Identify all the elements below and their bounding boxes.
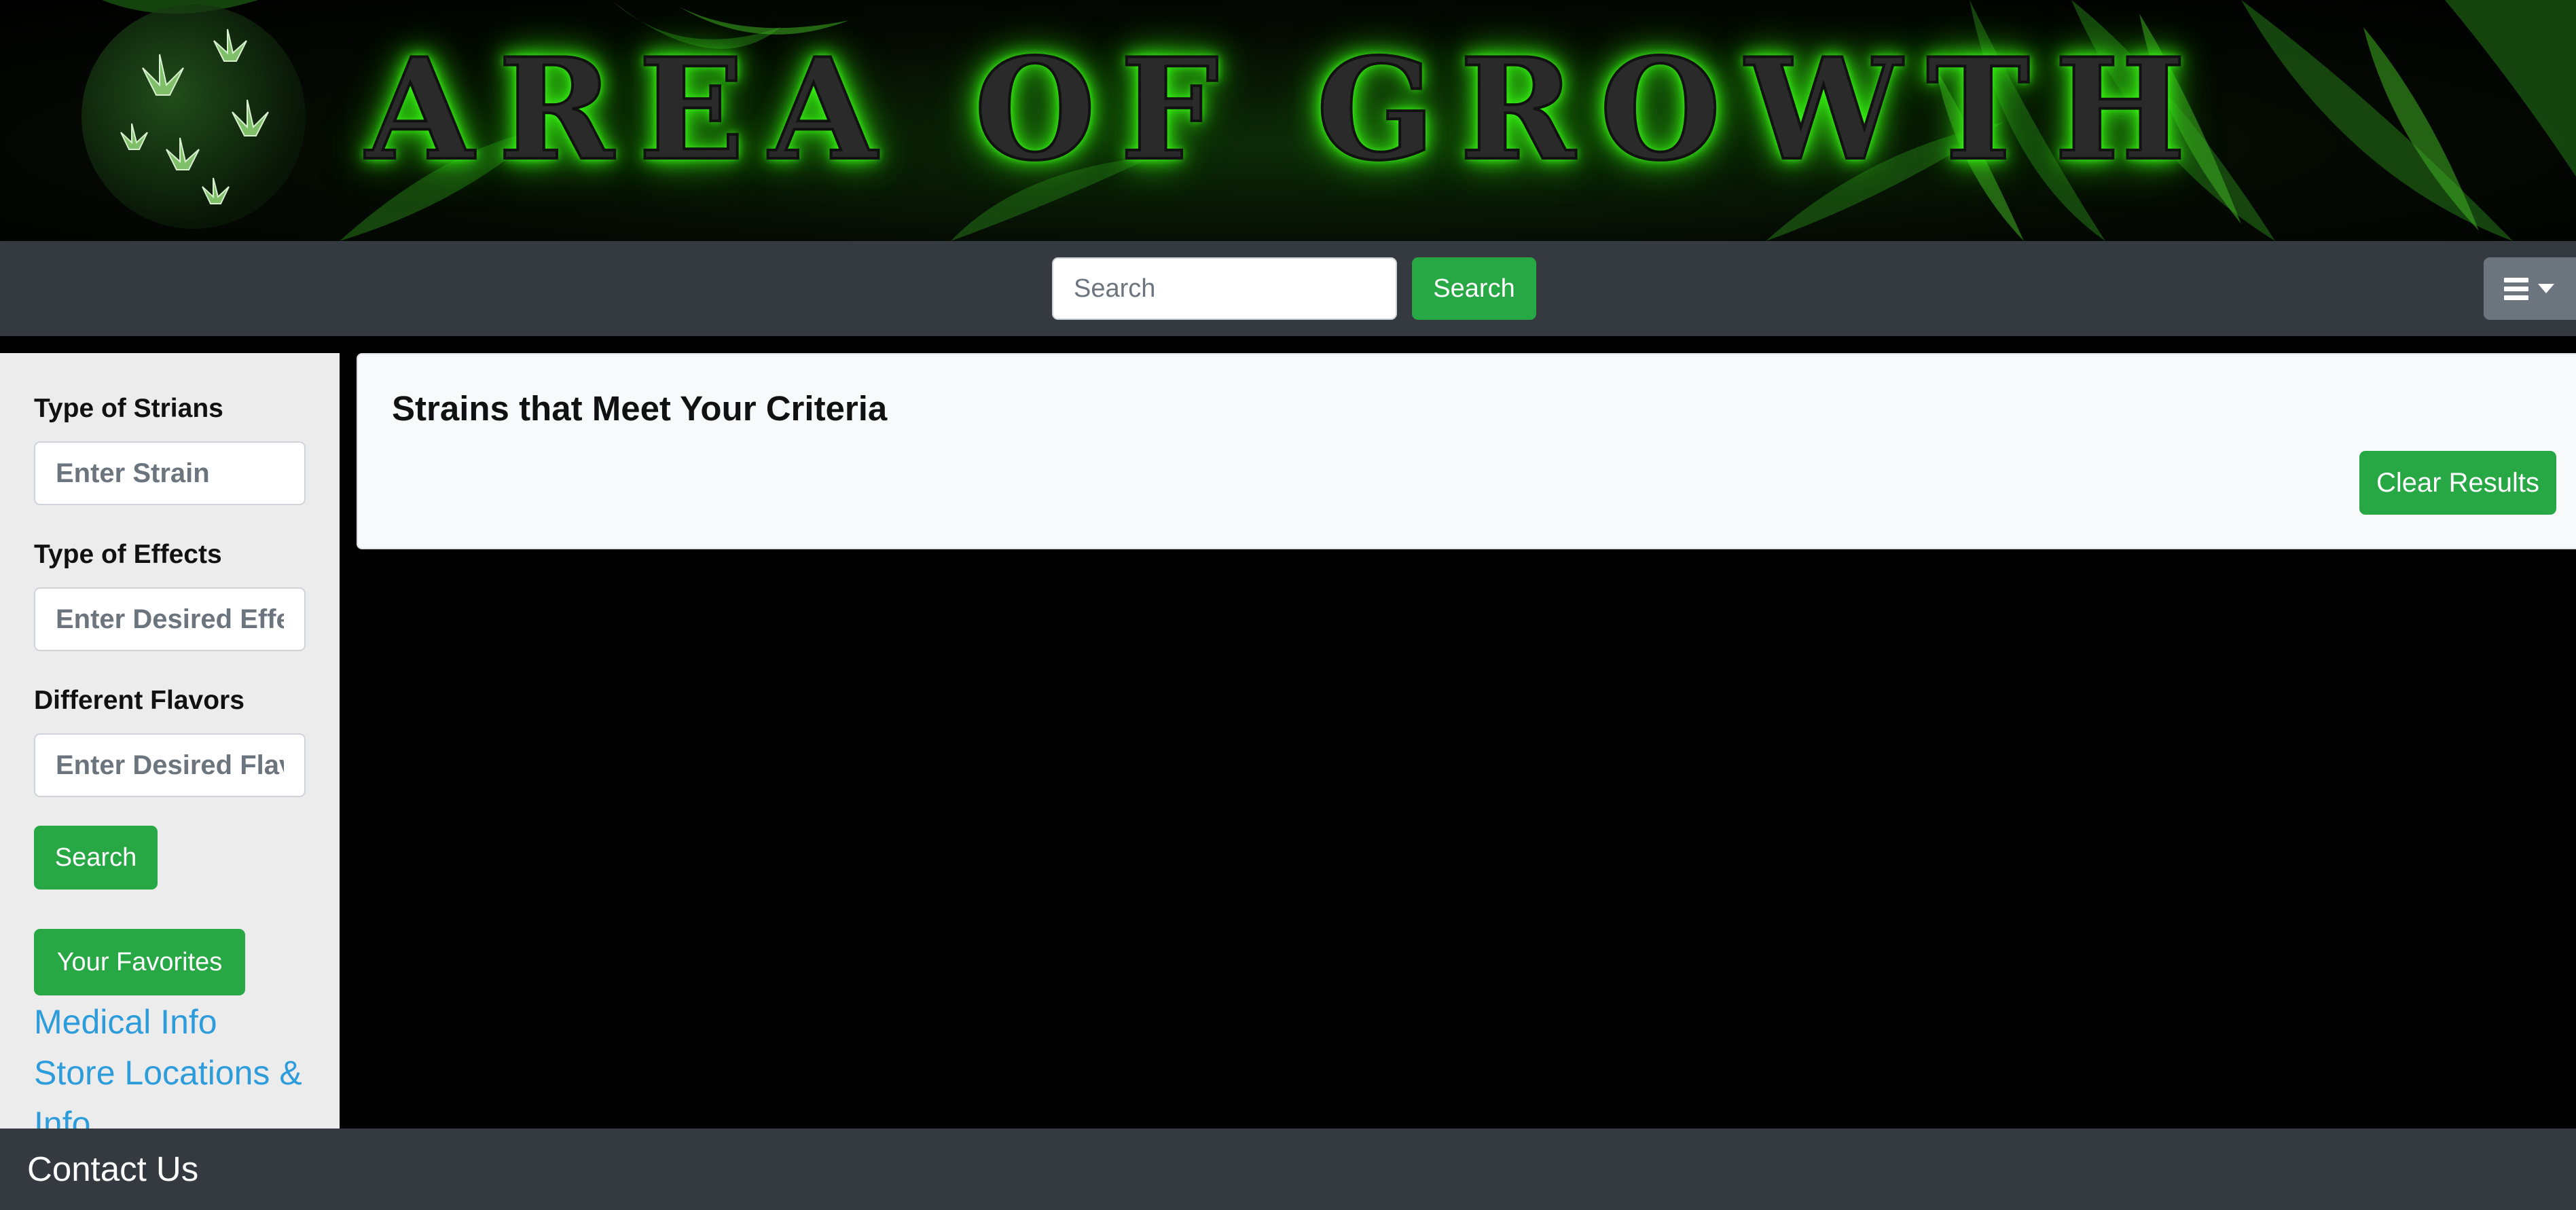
- header-banner: AREA OF GROWTH: [0, 0, 2576, 241]
- results-title: Strains that Meet Your Criteria: [392, 389, 888, 428]
- hamburger-menu-icon: [2504, 277, 2528, 300]
- flavors-input[interactable]: [34, 733, 306, 797]
- caret-down-icon: [2538, 284, 2554, 293]
- filter-search-button[interactable]: Search: [34, 826, 158, 890]
- clear-results-button[interactable]: Clear Results: [2359, 451, 2556, 515]
- store-locations-link[interactable]: Store Locations & Info: [34, 1048, 333, 1129]
- strain-input[interactable]: [34, 441, 306, 505]
- medical-info-link[interactable]: Medical Info: [34, 997, 333, 1048]
- search-button[interactable]: Search: [1412, 257, 1536, 320]
- favorites-button[interactable]: Your Favorites: [34, 929, 245, 995]
- search-input[interactable]: [1052, 257, 1397, 320]
- site-title: AREA OF GROWTH: [364, 29, 2211, 191]
- top-navbar: Search: [0, 241, 2576, 336]
- strains-label: Type of Strians: [34, 394, 223, 423]
- results-card: Strains that Meet Your Criteria Clear Re…: [357, 353, 2576, 549]
- menu-dropdown-button[interactable]: [2484, 257, 2576, 320]
- footer: Contact Us: [0, 1129, 2576, 1210]
- flavors-label: Different Flavors: [34, 686, 244, 715]
- contact-us-link[interactable]: Contact Us: [27, 1149, 198, 1189]
- effects-input[interactable]: [34, 587, 306, 651]
- effects-label: Type of Effects: [34, 540, 222, 569]
- filter-sidebar: Type of Strians Type of Effects Differen…: [0, 353, 340, 1129]
